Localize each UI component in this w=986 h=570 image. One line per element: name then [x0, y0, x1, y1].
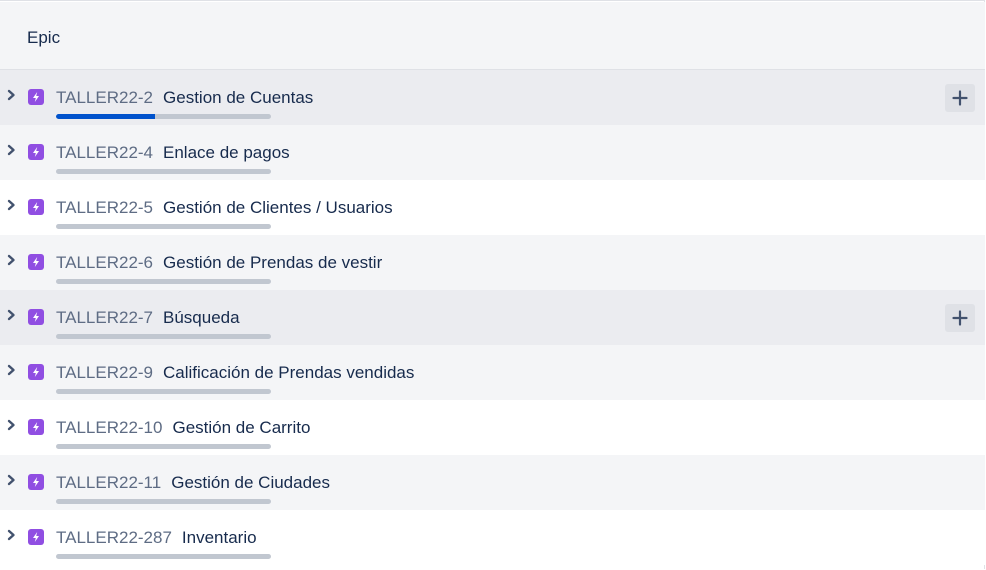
issue-key[interactable]: TALLER22-2: [56, 88, 153, 107]
chevron-right-icon[interactable]: [6, 143, 18, 157]
chevron-right-icon[interactable]: [6, 253, 18, 267]
add-child-button[interactable]: [945, 84, 975, 112]
issue-summary[interactable]: Gestión de Prendas de vestir: [163, 253, 382, 272]
header-title: Epic: [27, 28, 61, 47]
progress-bar: [56, 169, 271, 174]
progress-bar: [56, 444, 271, 449]
epic-lightning-icon: [28, 199, 44, 215]
chevron-right-icon[interactable]: [6, 88, 18, 102]
issue-summary[interactable]: Gestión de Ciudades: [171, 473, 330, 492]
issue-key[interactable]: TALLER22-11: [56, 473, 161, 492]
chevron-right-icon[interactable]: [6, 473, 18, 487]
issue-key[interactable]: TALLER22-4: [56, 143, 153, 162]
epic-lightning-icon: [28, 144, 44, 160]
progress-fill: [56, 114, 155, 119]
epic-row[interactable]: TALLER22-2 Gestion de Cuentas: [0, 70, 985, 125]
epic-row[interactable]: TALLER22-11 Gestión de Ciudades: [0, 455, 985, 510]
epic-row[interactable]: TALLER22-10 Gestión de Carrito: [0, 400, 985, 455]
epic-column-header: Epic: [0, 2, 985, 70]
epic-lightning-icon: [28, 474, 44, 490]
issue-summary[interactable]: Gestion de Cuentas: [163, 88, 313, 107]
chevron-right-icon[interactable]: [6, 528, 18, 542]
progress-bar: [56, 554, 271, 559]
epic-row[interactable]: TALLER22-5 Gestión de Clientes / Usuarios: [0, 180, 985, 235]
progress-bar: [56, 224, 271, 229]
chevron-right-icon[interactable]: [6, 198, 18, 212]
issue-key[interactable]: TALLER22-7: [56, 308, 153, 327]
issue-summary[interactable]: Calificación de Prendas vendidas: [163, 363, 414, 382]
epic-row[interactable]: TALLER22-9 Calificación de Prendas vendid…: [0, 345, 985, 400]
epic-lightning-icon: [28, 254, 44, 270]
progress-bar: [56, 334, 271, 339]
issue-summary[interactable]: Inventario: [182, 528, 257, 547]
progress-bar: [56, 114, 271, 119]
issue-key[interactable]: TALLER22-6: [56, 253, 153, 272]
epic-row[interactable]: TALLER22-7 Búsqueda: [0, 290, 985, 345]
epic-lightning-icon: [28, 419, 44, 435]
chevron-right-icon[interactable]: [6, 363, 18, 377]
issue-summary[interactable]: Gestión de Carrito: [172, 418, 310, 437]
epic-lightning-icon: [28, 529, 44, 545]
epic-row[interactable]: TALLER22-287 Inventario: [0, 510, 985, 565]
chevron-right-icon[interactable]: [6, 418, 18, 432]
issue-key[interactable]: TALLER22-10: [56, 418, 162, 437]
issue-key[interactable]: TALLER22-5: [56, 198, 153, 217]
issue-key[interactable]: TALLER22-287: [56, 528, 172, 547]
progress-bar: [56, 499, 271, 504]
epic-row[interactable]: TALLER22-6 Gestión de Prendas de vestir: [0, 235, 985, 290]
epic-lightning-icon: [28, 309, 44, 325]
epic-lightning-icon: [28, 89, 44, 105]
chevron-right-icon[interactable]: [6, 308, 18, 322]
add-child-button[interactable]: [945, 304, 975, 332]
issue-summary[interactable]: Búsqueda: [163, 308, 240, 327]
issue-summary[interactable]: Gestión de Clientes / Usuarios: [163, 198, 393, 217]
epic-lightning-icon: [28, 364, 44, 380]
epic-row[interactable]: TALLER22-4 Enlace de pagos: [0, 125, 985, 180]
issue-key[interactable]: TALLER22-9: [56, 363, 153, 382]
progress-bar: [56, 279, 271, 284]
progress-bar: [56, 389, 271, 394]
issue-summary[interactable]: Enlace de pagos: [163, 143, 290, 162]
